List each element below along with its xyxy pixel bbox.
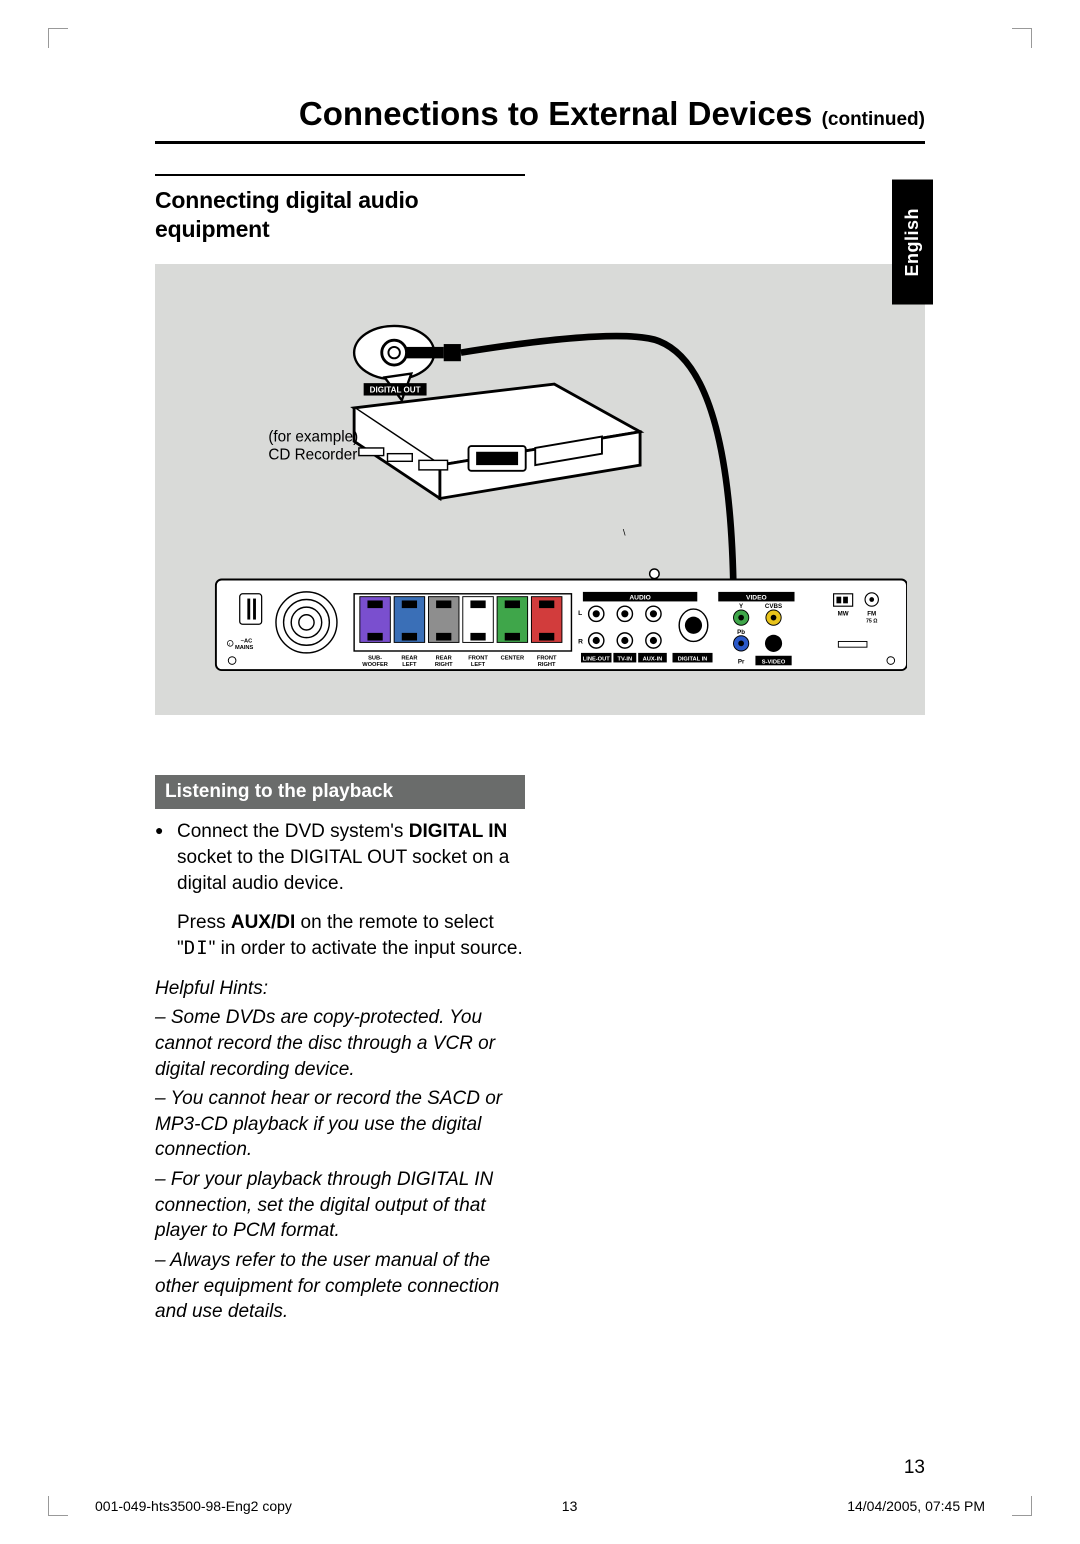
- footer-right: 14/04/2005, 07:45 PM: [847, 1498, 985, 1514]
- page-title-continued: (continued): [822, 109, 925, 130]
- dv-system-rear-panel: ~AC MAINS !: [216, 569, 907, 670]
- footer-mid: 13: [562, 1498, 578, 1514]
- paragraph-connect: Connect the DVD system's DIGITAL IN sock…: [155, 819, 525, 896]
- section-heading: Connecting digital audio equipment: [155, 174, 525, 244]
- svg-text:~AC: ~AC: [241, 638, 253, 644]
- svg-text:MW: MW: [838, 610, 849, 617]
- svg-text:75 Ω: 75 Ω: [866, 618, 877, 624]
- svg-text:VIDEO: VIDEO: [746, 594, 767, 601]
- svg-text:RIGHT: RIGHT: [538, 662, 556, 668]
- svg-text:CENTER: CENTER: [501, 655, 524, 661]
- hints-title: Helpful Hints:: [155, 976, 525, 1002]
- svg-text:FRONT: FRONT: [468, 655, 488, 661]
- language-tab: English: [892, 180, 933, 305]
- page-title-main: Connections to External Devices: [299, 95, 812, 132]
- svg-text:LINE-OUT: LINE-OUT: [583, 656, 610, 662]
- svg-text:TV-IN: TV-IN: [618, 656, 633, 662]
- svg-text:RIGHT: RIGHT: [435, 662, 453, 668]
- svg-text:MAINS: MAINS: [235, 645, 254, 651]
- cd-recorder-illustration: [354, 384, 640, 498]
- svg-text:CVBS: CVBS: [765, 603, 782, 610]
- page-title: Connections to External Devices (continu…: [155, 95, 925, 144]
- crop-mark: [48, 28, 68, 48]
- svg-text:L: L: [578, 609, 582, 616]
- crop-mark: [1012, 28, 1032, 48]
- svg-text:DIGITAL OUT: DIGITAL OUT: [370, 385, 421, 394]
- svg-text:AUX-IN: AUX-IN: [643, 656, 663, 662]
- svg-text:REAR: REAR: [401, 655, 417, 661]
- svg-text:WOOFER: WOOFER: [362, 662, 388, 668]
- svg-text:AUDIO: AUDIO: [629, 594, 650, 601]
- example-label-1: (for example): [268, 428, 358, 445]
- svg-text:\: \: [623, 527, 626, 538]
- hint-4: – Always refer to the user manual of the…: [155, 1248, 525, 1325]
- hint-2: – You cannot hear or record the SACD or …: [155, 1086, 525, 1163]
- hint-3: – For your playback through DIGITAL IN c…: [155, 1167, 525, 1244]
- hint-1: – Some DVDs are copy-protected. You cann…: [155, 1005, 525, 1082]
- subheading-listening: Listening to the playback: [155, 775, 525, 809]
- helpful-hints: Helpful Hints: – Some DVDs are copy-prot…: [155, 976, 525, 1325]
- svg-text:LEFT: LEFT: [402, 662, 417, 668]
- page-number: 13: [904, 1457, 925, 1479]
- example-label-2: CD Recorder: [268, 446, 357, 463]
- svg-text:LEFT: LEFT: [471, 662, 486, 668]
- paragraph-aux: Press AUX/DI on the remote to select "DI…: [155, 910, 525, 961]
- svg-text:FM: FM: [867, 610, 876, 617]
- svg-text:REAR: REAR: [436, 655, 452, 661]
- footer: 001-049-hts3500-98-Eng2 copy 13 14/04/20…: [0, 1498, 1080, 1514]
- svg-text:DIGITAL IN: DIGITAL IN: [678, 656, 708, 662]
- svg-text:!: !: [229, 641, 230, 647]
- svg-text:S-VIDEO: S-VIDEO: [762, 659, 786, 665]
- digital-out-callout: DIGITAL OUT: [354, 325, 461, 399]
- svg-text:SUB-: SUB-: [368, 655, 382, 661]
- svg-text:Pb: Pb: [737, 628, 745, 635]
- svg-text:FRONT: FRONT: [537, 655, 557, 661]
- footer-left: 001-049-hts3500-98-Eng2 copy: [95, 1498, 292, 1514]
- connection-diagram: DIGITAL OUT (for example) CD Recorder \: [155, 264, 925, 716]
- svg-text:Pr: Pr: [738, 658, 745, 665]
- svg-text:R: R: [578, 638, 583, 645]
